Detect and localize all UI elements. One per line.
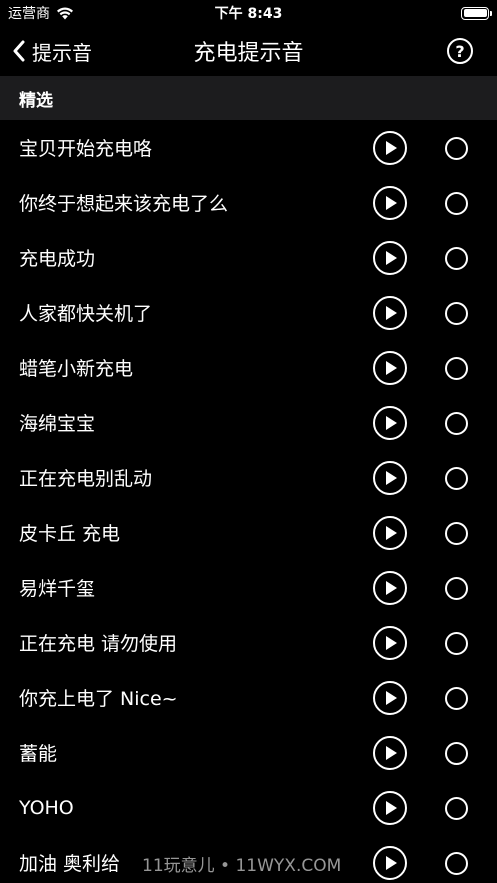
section-header: 精选 <box>0 76 497 120</box>
sound-label: 充电成功 <box>19 248 96 270</box>
sound-label: 蜡笔小新充电 <box>19 358 134 380</box>
select-radio[interactable] <box>445 247 468 270</box>
sound-label: 易烊千玺 <box>19 578 96 600</box>
sound-label: 正在充电 请勿使用 <box>19 633 178 655</box>
play-icon <box>386 141 397 155</box>
sound-label: YOHO <box>19 796 74 819</box>
select-radio[interactable] <box>445 632 468 655</box>
play-button[interactable] <box>373 791 407 825</box>
sound-label: 宝贝开始充电咯 <box>19 138 153 160</box>
play-button[interactable] <box>373 626 407 660</box>
navigation-bar: 提示音 充电提示音 ? <box>0 26 497 76</box>
list-item[interactable]: 充电成功 <box>0 230 497 285</box>
play-button[interactable] <box>373 571 407 605</box>
select-radio[interactable] <box>445 192 468 215</box>
list-item[interactable]: 皮卡丘 充电 <box>0 505 497 560</box>
play-button[interactable] <box>373 736 407 770</box>
list-item[interactable]: 正在充电别乱动 <box>0 450 497 505</box>
sound-label: 你充上电了 Nice~ <box>19 688 178 710</box>
play-button[interactable] <box>373 406 407 440</box>
sound-label: 人家都快关机了 <box>19 303 153 325</box>
status-time: 下午 8:43 <box>214 6 283 22</box>
play-icon <box>386 306 397 320</box>
battery-icon <box>461 6 492 20</box>
play-button[interactable] <box>373 681 407 715</box>
list-item[interactable]: 人家都快关机了 <box>0 285 497 340</box>
list-item[interactable]: 宝贝开始充电咯 <box>0 120 497 175</box>
select-radio[interactable] <box>445 687 468 710</box>
list-item[interactable]: YOHO <box>0 780 497 835</box>
back-button-label: 提示音 <box>32 40 92 65</box>
section-title: 精选 <box>19 90 53 111</box>
play-button[interactable] <box>373 351 407 385</box>
sound-label: 皮卡丘 充电 <box>19 523 121 545</box>
play-icon <box>386 251 397 265</box>
select-radio[interactable] <box>445 742 468 765</box>
play-icon <box>386 196 397 210</box>
play-icon <box>386 526 397 540</box>
sound-list: 宝贝开始充电咯你终于想起来该充电了么 充电成功人家都快关机了 蜡笔小新充电 海绵宝宝正… <box>0 120 497 883</box>
play-icon <box>386 361 397 375</box>
play-icon <box>386 691 397 705</box>
battery-level <box>463 9 487 17</box>
select-radio[interactable] <box>445 357 468 380</box>
play-button[interactable] <box>373 131 407 165</box>
list-item[interactable]: 易烊千玺 <box>0 560 497 615</box>
list-item[interactable]: 正在充电 请勿使用 <box>0 615 497 670</box>
list-item[interactable]: 蜡笔小新充电 <box>0 340 497 395</box>
play-icon <box>386 801 397 815</box>
select-radio[interactable] <box>445 577 468 600</box>
select-radio[interactable] <box>445 412 468 435</box>
list-item[interactable]: 你充上电了 Nice~ <box>0 670 497 725</box>
play-button[interactable] <box>373 516 407 550</box>
wifi-icon <box>56 7 74 20</box>
play-button[interactable] <box>373 296 407 330</box>
status-left: 运营商 <box>8 3 74 23</box>
play-icon <box>386 581 397 595</box>
play-icon <box>386 416 397 430</box>
sound-label: 你终于想起来该充电了么 <box>19 193 229 215</box>
play-button[interactable] <box>373 241 407 275</box>
select-radio[interactable] <box>445 467 468 490</box>
help-icon[interactable]: ? <box>447 38 473 64</box>
sound-label: 正在充电别乱动 <box>19 468 153 490</box>
play-button[interactable] <box>373 186 407 220</box>
select-radio[interactable] <box>445 852 468 875</box>
sound-label: 蓄能 <box>19 743 58 765</box>
select-radio[interactable] <box>445 522 468 545</box>
sound-label: 海绵宝宝 <box>19 413 96 435</box>
back-button[interactable]: 提示音 <box>12 26 92 76</box>
list-item[interactable]: 蓄能 <box>0 725 497 780</box>
play-icon <box>386 471 397 485</box>
play-icon <box>386 636 397 650</box>
watermark: 11玩意儿 • 11WYX.COM <box>142 856 342 876</box>
help-symbol: ? <box>455 41 465 61</box>
carrier-label: 运营商 <box>8 6 50 22</box>
list-item[interactable]: 你终于想起来该充电了么 <box>0 175 497 230</box>
chevron-left-icon <box>13 40 25 62</box>
select-radio[interactable] <box>445 302 468 325</box>
play-button[interactable] <box>373 846 407 880</box>
select-radio[interactable] <box>445 137 468 160</box>
select-radio[interactable] <box>445 797 468 820</box>
status-bar: 运营商 下午 8:43 <box>0 0 497 26</box>
list-item[interactable]: 海绵宝宝 <box>0 395 497 450</box>
play-icon <box>386 746 397 760</box>
play-button[interactable] <box>373 461 407 495</box>
play-icon <box>386 856 397 870</box>
